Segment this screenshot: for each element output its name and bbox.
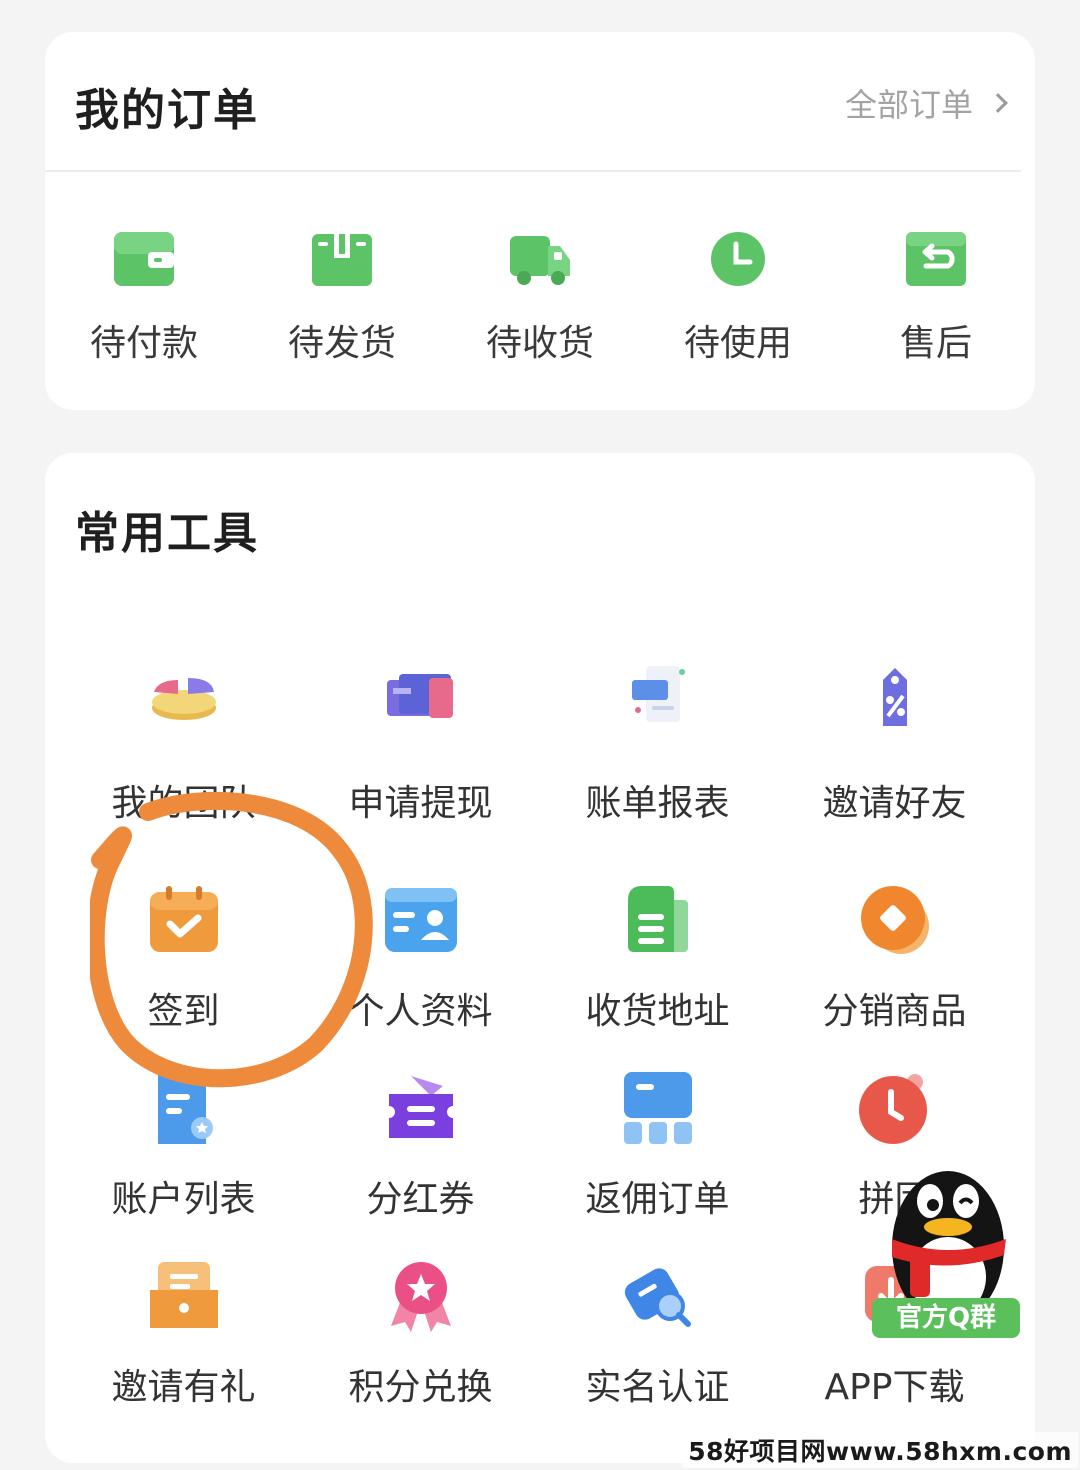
order-status-pending-use[interactable]: 待使用 (639, 230, 837, 366)
all-orders-link[interactable]: 全部订单 (844, 80, 1008, 126)
team-pie-chart-icon (151, 678, 216, 720)
common-tools-title: 常用工具 (75, 508, 259, 559)
divider (45, 170, 1021, 172)
cash-withdraw-icon (386, 674, 453, 718)
invite-tag-icon (882, 668, 907, 726)
tool-label: 邀请有礼 (111, 1367, 256, 1408)
tool-rebate-orders[interactable]: 返佣订单 (539, 1068, 776, 1256)
order-status-pending-shipment[interactable]: 待发货 (243, 230, 441, 366)
distribution-coin-icon (860, 886, 929, 954)
verify-search-icon (624, 1268, 691, 1327)
tool-label: 返佣订单 (585, 1179, 730, 1220)
profile-card-icon (384, 888, 457, 952)
account-list-icon (157, 1072, 213, 1144)
tool-check-in[interactable]: 签到 (65, 880, 302, 1068)
chevron-right-icon (988, 93, 1008, 113)
tool-label: 个人资料 (348, 991, 493, 1032)
tool-label: 实名认证 (585, 1367, 730, 1408)
order-status-pending-payment[interactable]: 待付款 (45, 230, 243, 366)
delivery-truck-icon (510, 236, 570, 285)
site-watermark: 58好项目网www.58hxm.com (682, 1432, 1078, 1468)
group-clock-icon (858, 1074, 927, 1144)
tool-label: APP下载 (824, 1367, 965, 1408)
clock-icon (711, 232, 765, 286)
bill-report-icon (631, 666, 685, 722)
tool-label: 我的团队 (111, 783, 256, 824)
tool-label: 账单报表 (585, 783, 730, 824)
wallet-icon (114, 232, 174, 286)
status-label: 售后 (899, 323, 972, 364)
tool-label: 分红券 (366, 1179, 475, 1220)
coupon-icon (388, 1076, 453, 1138)
address-document-icon (627, 886, 688, 952)
tool-profile[interactable]: 个人资料 (302, 880, 539, 1068)
qq-group-label[interactable]: 官方Q群 (872, 1298, 1020, 1338)
tool-my-team[interactable]: 我的团队 (65, 648, 302, 880)
status-label: 待收货 (485, 323, 594, 364)
order-status-after-sales[interactable]: 售后 (837, 230, 1035, 366)
tool-label: 签到 (147, 991, 220, 1032)
tool-label: 邀请好友 (822, 783, 967, 824)
tool-shipping-address[interactable]: 收货地址 (539, 880, 776, 1068)
tool-label: 账户列表 (111, 1179, 256, 1220)
status-label: 待发货 (287, 323, 396, 364)
status-label: 待使用 (683, 323, 792, 364)
order-status-pending-receipt[interactable]: 待收货 (441, 230, 639, 366)
gift-box-icon (149, 1262, 218, 1328)
tool-points-exchange[interactable]: 积分兑换 (302, 1256, 539, 1444)
return-box-icon (906, 232, 966, 286)
tool-invite-reward[interactable]: 邀请有礼 (65, 1256, 302, 1444)
my-orders-title: 我的订单 (75, 85, 259, 136)
my-orders-card: 我的订单 全部订单 待付款 待发货 待收货 待使用 售后 (45, 32, 1035, 410)
rebate-order-icon (623, 1072, 692, 1144)
status-label: 待付款 (89, 323, 198, 364)
tool-bill-report[interactable]: 账单报表 (539, 648, 776, 880)
calendar-check-icon (149, 886, 218, 952)
tool-label: 积分兑换 (348, 1367, 493, 1408)
order-status-row: 待付款 待发货 待收货 待使用 售后 (45, 230, 1035, 366)
tool-label: 申请提现 (348, 783, 493, 824)
tool-account-list[interactable]: 账户列表 (65, 1068, 302, 1256)
tool-dividend-coupon[interactable]: 分红券 (302, 1068, 539, 1256)
tool-real-name-verification[interactable]: 实名认证 (539, 1256, 776, 1444)
points-medal-icon (390, 1262, 451, 1332)
tool-withdraw[interactable]: 申请提现 (302, 648, 539, 880)
tool-label: 分销商品 (822, 991, 967, 1032)
package-box-icon (312, 234, 372, 286)
tool-distribution-products[interactable]: 分销商品 (776, 880, 1013, 1068)
tool-label: 收货地址 (585, 991, 730, 1032)
tool-invite-friends[interactable]: 邀请好友 (776, 648, 1013, 880)
all-orders-label: 全部订单 (844, 86, 973, 124)
